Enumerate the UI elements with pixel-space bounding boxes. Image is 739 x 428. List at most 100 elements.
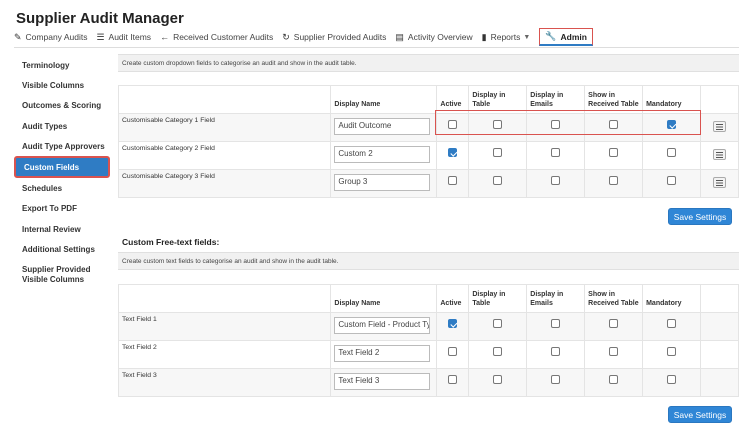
display-in-table-checkbox[interactable]: [493, 176, 503, 185]
active-checkbox[interactable]: [448, 176, 458, 185]
display-in-table-checkbox-cell: [468, 169, 527, 198]
display-name-cell: Text Field 2: [330, 340, 437, 369]
save-settings-button[interactable]: Save Settings: [668, 406, 732, 423]
field-label: Text Field 1: [122, 316, 157, 323]
active-checkbox[interactable]: [448, 375, 458, 384]
active-checkbox[interactable]: [448, 319, 458, 328]
display-in-table-checkbox[interactable]: [493, 120, 503, 129]
show-in-received-table-checkbox[interactable]: [609, 148, 619, 157]
display-in-emails-checkbox[interactable]: [551, 375, 561, 384]
list-icon: [716, 151, 723, 158]
col-header-display-in-table: Display in Table: [468, 85, 527, 114]
sidebar-item-supplier-provided-visible-columns[interactable]: Supplier Provided Visible Columns: [14, 260, 110, 285]
active-checkbox-cell: [436, 141, 469, 170]
show-in-received-table-checkbox[interactable]: [609, 176, 619, 185]
top-nav: ✎ Company Audits ☰ Audit Items ← Receive…: [14, 27, 602, 47]
display-name-input[interactable]: Custom Field - Product Ty: [334, 317, 431, 334]
tab-admin[interactable]: 🔧 Admin: [539, 28, 593, 46]
display-in-table-checkbox[interactable]: [493, 375, 503, 384]
display-in-emails-checkbox[interactable]: [551, 148, 561, 157]
display-name-cell: Group 3: [330, 169, 437, 198]
display-in-emails-checkbox[interactable]: [551, 176, 561, 185]
show-in-received-table-checkbox[interactable]: [609, 120, 619, 129]
edit-options-button[interactable]: [713, 149, 726, 160]
display-in-table-checkbox[interactable]: [493, 319, 503, 328]
refresh-icon: ↻: [282, 31, 290, 42]
list-icon: [716, 179, 723, 186]
tab-reports[interactable]: ▮ Reports ▼: [482, 32, 531, 43]
show-in-received-table-checkbox[interactable]: [609, 347, 619, 356]
sidebar-item-additional-settings[interactable]: Additional Settings: [14, 239, 110, 259]
table-row: Text Field 1 Custom Field - Product Ty: [117, 312, 739, 341]
arrow-left-icon: ←: [160, 32, 170, 42]
col-header-actions: [700, 284, 739, 313]
list-icon: [716, 123, 723, 130]
display-in-emails-checkbox[interactable]: [551, 347, 561, 356]
display-in-emails-checkbox-cell: [526, 340, 585, 369]
table-row: Text Field 3 Text Field 3: [117, 368, 739, 397]
mandatory-checkbox[interactable]: [667, 148, 677, 157]
tab-supplier-provided-audits[interactable]: ↻ Supplier Provided Audits: [282, 32, 386, 43]
mandatory-checkbox[interactable]: [667, 319, 677, 328]
tab-activity-overview[interactable]: ▤ Activity Overview: [395, 32, 472, 43]
table-row: Customisable Category 3 Field Group 3: [117, 169, 739, 198]
save-settings-button[interactable]: Save Settings: [668, 208, 732, 225]
show-in-received-table-checkbox[interactable]: [609, 375, 619, 384]
edit-options-button[interactable]: [713, 121, 726, 132]
field-label: Customisable Category 3 Field: [122, 173, 215, 180]
table-row: Customisable Category 2 Field Custom 2: [117, 141, 739, 170]
show-in-received-table-checkbox-cell: [584, 169, 643, 198]
mandatory-checkbox-cell: [642, 312, 701, 341]
tab-received-customer-audits[interactable]: ← Received Customer Audits: [160, 32, 273, 42]
free-text-info-bar: Create custom text fields to categorise …: [118, 252, 739, 270]
field-label-cell: Text Field 2: [117, 340, 331, 369]
display-in-emails-checkbox-cell: [526, 113, 585, 142]
sidebar-item-internal-review[interactable]: Internal Review: [14, 219, 110, 239]
sidebar-item-visible-columns[interactable]: Visible Columns: [14, 75, 110, 95]
tab-company-audits[interactable]: ✎ Company Audits: [14, 32, 87, 43]
sidebar-item-audit-type-approvers[interactable]: Audit Type Approvers: [14, 136, 110, 156]
wrench-icon: 🔧: [545, 31, 557, 41]
mandatory-checkbox[interactable]: [667, 375, 677, 384]
display-name-input[interactable]: Text Field 3: [334, 373, 431, 390]
active-checkbox[interactable]: [448, 347, 458, 356]
display-in-table-checkbox[interactable]: [493, 347, 503, 356]
mandatory-checkbox-cell: [642, 141, 701, 170]
display-name-cell: Custom Field - Product Ty: [330, 312, 437, 341]
sidebar-item-terminology[interactable]: Terminology: [14, 55, 110, 75]
mandatory-checkbox[interactable]: [667, 347, 677, 356]
table-row: Text Field 2 Text Field 2: [117, 340, 739, 369]
mandatory-checkbox[interactable]: [667, 176, 677, 185]
show-in-received-table-checkbox[interactable]: [609, 319, 619, 328]
display-in-emails-checkbox-cell: [526, 141, 585, 170]
mandatory-checkbox-cell: [642, 113, 701, 142]
active-checkbox-cell: [436, 169, 469, 198]
sidebar-item-schedules[interactable]: Schedules: [14, 178, 110, 198]
col-header-show-in-received-table: Show in Received Table: [584, 85, 643, 114]
display-in-emails-checkbox[interactable]: [551, 319, 561, 328]
edit-icon: ✎: [14, 31, 22, 42]
mandatory-checkbox[interactable]: [667, 120, 677, 129]
tab-audit-items[interactable]: ☰ Audit Items: [96, 32, 151, 43]
display-name-input[interactable]: Text Field 2: [334, 345, 431, 362]
sidebar-item-outcomes-scoring[interactable]: Outcomes & Scoring: [14, 96, 110, 116]
actions-cell: [700, 312, 739, 341]
display-in-emails-checkbox-cell: [526, 169, 585, 198]
display-in-table-checkbox[interactable]: [493, 148, 503, 157]
sidebar-item-export-to-pdf[interactable]: Export To PDF: [14, 199, 110, 219]
col-header-active: Active: [436, 85, 469, 114]
table-row: Customisable Category 1 Field Audit Outco…: [117, 113, 739, 142]
display-name-input[interactable]: Group 3: [334, 174, 431, 191]
display-name-cell: Custom 2: [330, 141, 437, 170]
sidebar-item-custom-fields[interactable]: Custom Fields: [14, 156, 110, 179]
active-checkbox[interactable]: [448, 120, 458, 129]
display-name-input[interactable]: Audit Outcome: [334, 118, 431, 135]
active-checkbox[interactable]: [448, 148, 458, 157]
display-in-emails-checkbox[interactable]: [551, 120, 561, 129]
display-in-table-checkbox-cell: [468, 141, 527, 170]
sidebar-item-audit-types[interactable]: Audit Types: [14, 116, 110, 136]
tab-label: Received Customer Audits: [173, 32, 274, 42]
edit-options-button[interactable]: [713, 177, 726, 188]
tab-label: Activity Overview: [407, 32, 473, 42]
display-name-input[interactable]: Custom 2: [334, 146, 431, 163]
